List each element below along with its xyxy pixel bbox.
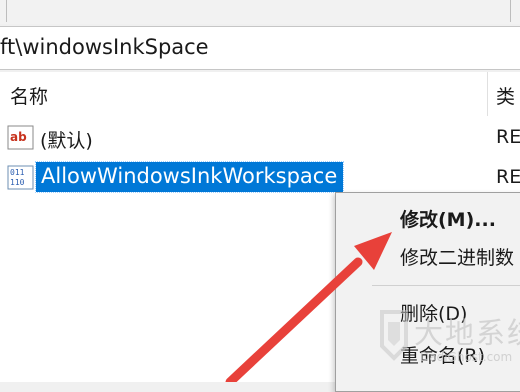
menu-item-modify[interactable]: 修改(M)...: [400, 205, 496, 232]
watermark-text: 大地系统: [414, 316, 520, 350]
value-name: AllowWindowsInkWorkspace: [34, 161, 345, 193]
address-bar[interactable]: ft\windowsInkSpace: [0, 26, 520, 70]
list-item[interactable]: ab (默认) RE: [0, 120, 520, 156]
menu-item-modify-binary[interactable]: 修改二进制数: [400, 243, 514, 270]
list-header: 名称 类: [0, 72, 520, 116]
value-name: (默认): [40, 130, 93, 152]
value-type: RE: [496, 126, 520, 148]
svg-text:011: 011: [10, 168, 25, 177]
string-value-icon: ab: [7, 125, 34, 150]
column-header-name[interactable]: 名称: [10, 82, 48, 109]
svg-text:ab: ab: [10, 130, 27, 144]
column-header-type[interactable]: 类: [496, 82, 515, 109]
binary-value-icon: 011 110: [7, 165, 34, 190]
value-type: RE: [496, 166, 520, 188]
watermark-logo-icon: [380, 310, 408, 361]
toolbar-divider: [6, 0, 7, 22]
toolbar-divider: [510, 0, 511, 22]
watermark-url: DadiGhost.com: [420, 350, 513, 364]
address-path: ft\windowsInkSpace: [0, 35, 209, 59]
column-divider[interactable]: [487, 72, 488, 116]
list-item[interactable]: 011 110 AllowWindowsInkWorkspace RE: [0, 160, 520, 196]
svg-text:110: 110: [10, 178, 25, 187]
menu-separator: [372, 285, 520, 286]
window-top-strip: [0, 0, 520, 24]
